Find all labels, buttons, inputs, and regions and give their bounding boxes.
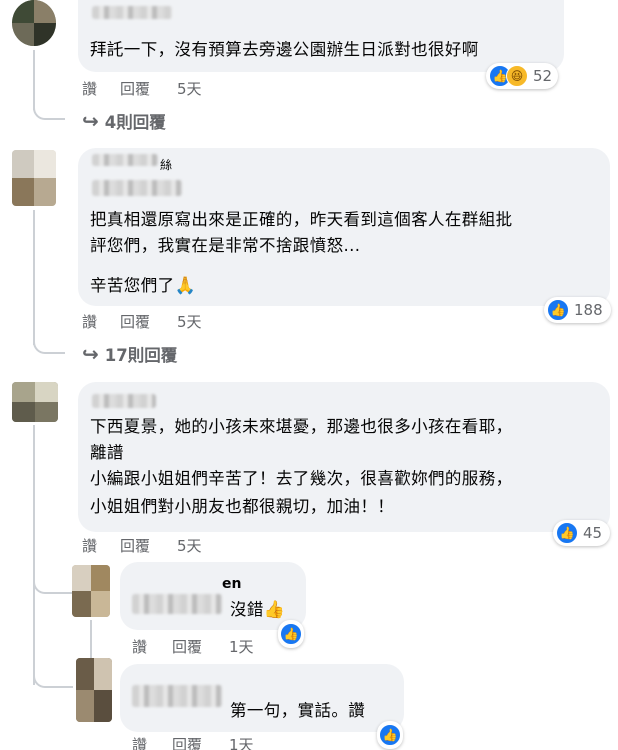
avatar[interactable] <box>12 0 56 46</box>
thread-line <box>33 210 35 345</box>
comment-text-line: 小姐姐們對小朋友也都很親切，加油！！ <box>90 497 395 516</box>
reaction-count: 52 <box>533 67 553 85</box>
like-button[interactable]: 讚 <box>82 535 97 556</box>
reaction-summary[interactable]: 👍 188 <box>544 297 611 323</box>
thread-line <box>90 620 92 662</box>
reaction-summary[interactable]: 👍 45 <box>553 520 611 546</box>
timestamp[interactable]: 5天 <box>177 78 202 99</box>
like-icon: 👍 <box>556 522 578 544</box>
comment-text: 拜託一下，沒有預算去旁邊公園辦生日派對也很好啊 <box>90 40 479 59</box>
commenter-name-blurred[interactable] <box>92 180 182 196</box>
comment-actions: 讚 回覆 5天 <box>80 311 280 331</box>
reply-button[interactable]: 回覆 <box>172 636 202 657</box>
thread-curve <box>33 104 65 120</box>
thread-curve <box>33 672 73 688</box>
replier-name-blurred[interactable] <box>132 594 222 614</box>
view-replies-link[interactable]: ↪ 17則回覆 <box>82 342 177 366</box>
avatar[interactable] <box>12 382 58 422</box>
like-button[interactable]: 讚 <box>82 78 97 99</box>
like-button[interactable]: 讚 <box>82 311 97 332</box>
timestamp[interactable]: 5天 <box>177 535 202 556</box>
comment-actions: 讚 回覆 5天 <box>80 535 280 555</box>
avatar[interactable] <box>12 150 56 206</box>
reply-arrow-icon: ↪ <box>82 109 99 133</box>
thread-curve <box>33 578 73 594</box>
reaction-summary[interactable]: 👍 <box>377 721 403 749</box>
comment-text-line: 小編跟小姐姐們辛苦了！去了幾次，很喜歡妳們的服務， <box>90 469 513 488</box>
thread-line <box>33 50 35 110</box>
folded-hands-emoji: 🙏 <box>174 276 197 296</box>
reply-actions: 讚 回覆 1天 <box>132 636 332 656</box>
view-replies-link[interactable]: ↪ 4則回覆 <box>82 109 166 133</box>
like-button[interactable]: 讚 <box>132 734 147 750</box>
reply-text-content: 沒錯 <box>230 600 264 619</box>
reply-text: 沒錯👍 <box>230 596 285 624</box>
commenter-name-blurred[interactable] <box>92 154 158 166</box>
thread-line <box>33 425 35 685</box>
timestamp[interactable]: 1天 <box>229 734 254 750</box>
thumbs-up-emoji: 👍 <box>263 600 286 620</box>
avatar[interactable] <box>72 565 110 617</box>
replier-name-blurred[interactable] <box>132 685 222 707</box>
view-replies-label: 17則回覆 <box>104 346 178 365</box>
reply-button[interactable]: 回覆 <box>120 78 150 99</box>
commenter-name-fragment[interactable]: 絲 <box>160 156 172 173</box>
reply-arrow-icon: ↪ <box>82 342 99 366</box>
reply-actions: 讚 回覆 1天 <box>132 734 332 750</box>
reply-button[interactable]: 回覆 <box>120 311 150 332</box>
reply-text: 第一句，實話。讚 <box>230 701 366 720</box>
comment-text-line: 把真相還原寫出來是正確的，昨天看到這個客人在群組批 <box>90 210 513 229</box>
thread-curve <box>33 338 65 354</box>
reply-button[interactable]: 回覆 <box>172 734 202 750</box>
view-replies-label: 4則回覆 <box>104 113 166 132</box>
timestamp[interactable]: 5天 <box>177 311 202 332</box>
timestamp[interactable]: 1天 <box>229 636 254 657</box>
haha-icon: 😆 <box>506 65 528 87</box>
comment-text-line: 評您們，我實在是非常不捨跟憤怒... <box>90 236 361 255</box>
like-button[interactable]: 讚 <box>132 636 147 657</box>
replier-name-fragment[interactable]: en <box>222 576 241 592</box>
commenter-name-blurred[interactable] <box>92 6 172 19</box>
reaction-count: 45 <box>583 524 603 542</box>
reply-button[interactable]: 回覆 <box>120 535 150 556</box>
comment-actions: 讚 回覆 5天 <box>80 78 280 98</box>
comment-text: 辛苦您們了 <box>90 276 175 295</box>
avatar[interactable] <box>76 658 112 722</box>
reaction-summary[interactable]: 👍 😆 52 <box>486 63 559 89</box>
comment-text-line: 辛苦您們了🙏 <box>90 272 196 300</box>
like-icon: 👍 <box>379 724 401 746</box>
commenter-name-blurred[interactable] <box>92 394 156 408</box>
like-icon: 👍 <box>547 299 569 321</box>
reaction-count: 188 <box>574 301 603 319</box>
comment-text-line: 下西夏景，她的小孩未來堪憂，那邊也很多小孩在看耶， <box>90 417 513 436</box>
comment-text-line: 離譜 <box>90 443 124 462</box>
